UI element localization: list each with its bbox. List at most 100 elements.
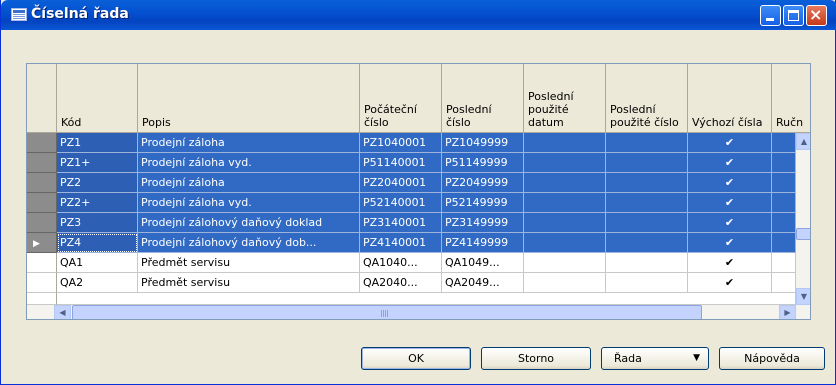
ok-button[interactable]: OK xyxy=(361,347,471,370)
row-selector-header[interactable] xyxy=(27,64,57,133)
last-number-cell[interactable] xyxy=(606,213,688,233)
start-number-cell[interactable]: PZ2040001 xyxy=(360,173,442,193)
end-number-cell[interactable]: P51149999 xyxy=(442,153,524,173)
last-date-cell[interactable] xyxy=(524,133,606,153)
table-row-current[interactable]: ▶ PZ4 Prodejní zálohový daňový dob... PZ… xyxy=(27,233,810,253)
last-date-cell[interactable] xyxy=(524,273,606,293)
last-number-cell[interactable] xyxy=(606,193,688,213)
start-number-cell[interactable]: PZ1040001 xyxy=(360,133,442,153)
column-header-last-number-used[interactable]: Poslední použité číslo xyxy=(606,64,688,133)
last-date-cell[interactable] xyxy=(524,213,606,233)
row-selector[interactable] xyxy=(27,133,57,153)
table-row[interactable]: PZ1+ Prodejní záloha vyd. P51140001 P511… xyxy=(27,153,810,173)
end-number-cell[interactable]: PZ2049999 xyxy=(442,173,524,193)
start-number-cell[interactable]: QA2040... xyxy=(360,273,442,293)
scroll-up-button[interactable]: ▲ xyxy=(796,133,810,150)
table-row[interactable]: PZ3 Prodejní zálohový daňový doklad PZ31… xyxy=(27,213,810,233)
column-header-start-number[interactable]: Počáteční číslo xyxy=(360,64,442,133)
description-cell[interactable]: Prodejní zálohový daňový doklad xyxy=(138,213,360,233)
table-row[interactable]: PZ1 Prodejní záloha PZ1040001 PZ1049999 … xyxy=(27,133,810,153)
code-cell[interactable]: PZ2 xyxy=(57,173,138,193)
manual-cell[interactable] xyxy=(772,173,796,193)
description-cell[interactable]: Prodejní záloha xyxy=(138,173,360,193)
horizontal-scroll-thumb[interactable] xyxy=(72,305,702,319)
title-bar[interactable]: Číselná řada × xyxy=(1,0,836,30)
last-date-cell[interactable] xyxy=(524,253,606,273)
table-row[interactable]: PZ2+ Prodejní záloha vyd. P52140001 P521… xyxy=(27,193,810,213)
default-numbers-checkbox[interactable]: ✔ xyxy=(688,233,772,253)
start-number-cell[interactable]: P52140001 xyxy=(360,193,442,213)
last-number-cell[interactable] xyxy=(606,173,688,193)
last-date-cell[interactable] xyxy=(524,233,606,253)
help-button[interactable]: Nápověda xyxy=(719,347,825,370)
manual-cell[interactable] xyxy=(772,273,796,293)
default-numbers-checkbox[interactable]: ✔ xyxy=(688,273,772,293)
code-cell[interactable]: QA2 xyxy=(57,273,138,293)
end-number-cell[interactable]: PZ4149999 xyxy=(442,233,524,253)
code-cell[interactable]: QA1 xyxy=(57,253,138,273)
row-selector[interactable] xyxy=(27,213,57,233)
column-header-end-number[interactable]: Poslední číslo xyxy=(442,64,524,133)
cancel-button[interactable]: Storno xyxy=(481,347,591,370)
last-number-cell[interactable] xyxy=(606,233,688,253)
end-number-cell[interactable]: PZ3149999 xyxy=(442,213,524,233)
description-cell[interactable]: Předmět servisu xyxy=(138,273,360,293)
description-cell[interactable]: Prodejní záloha vyd. xyxy=(138,193,360,213)
vertical-scroll-thumb[interactable] xyxy=(796,228,810,240)
default-numbers-checkbox[interactable]: ✔ xyxy=(688,213,772,233)
column-header-code[interactable]: Kód xyxy=(57,64,138,133)
table-row[interactable]: PZ2 Prodejní záloha PZ2040001 PZ2049999 … xyxy=(27,173,810,193)
default-numbers-checkbox[interactable]: ✔ xyxy=(688,193,772,213)
row-selector[interactable] xyxy=(27,253,57,273)
manual-cell[interactable] xyxy=(772,213,796,233)
last-date-cell[interactable] xyxy=(524,173,606,193)
description-cell[interactable]: Prodejní záloha xyxy=(138,133,360,153)
code-cell[interactable]: PZ4 xyxy=(57,233,138,253)
vertical-scrollbar[interactable]: ▲ ▼ xyxy=(796,133,810,305)
default-numbers-checkbox[interactable]: ✔ xyxy=(688,153,772,173)
scroll-left-button[interactable]: ◀ xyxy=(54,305,71,319)
code-cell[interactable]: PZ1+ xyxy=(57,153,138,173)
manual-cell[interactable] xyxy=(772,153,796,173)
description-cell[interactable]: Prodejní zálohový daňový dob... xyxy=(138,233,360,253)
manual-cell[interactable] xyxy=(772,133,796,153)
row-selector[interactable] xyxy=(27,173,57,193)
last-number-cell[interactable] xyxy=(606,133,688,153)
start-number-cell[interactable]: P51140001 xyxy=(360,153,442,173)
column-header-last-date-used[interactable]: Poslední použité datum xyxy=(524,64,606,133)
end-number-cell[interactable]: P52149999 xyxy=(442,193,524,213)
last-number-cell[interactable] xyxy=(606,273,688,293)
table-row[interactable]: QA2 Předmět servisu QA2040... QA2049... … xyxy=(27,273,810,293)
minimize-button[interactable] xyxy=(760,5,781,26)
code-cell[interactable]: PZ3 xyxy=(57,213,138,233)
code-cell[interactable]: PZ1 xyxy=(57,133,138,153)
scroll-down-button[interactable]: ▼ xyxy=(796,288,810,305)
manual-cell[interactable] xyxy=(772,253,796,273)
table-row[interactable]: QA1 Předmět servisu QA1040... QA1049... … xyxy=(27,253,810,273)
last-date-cell[interactable] xyxy=(524,193,606,213)
scroll-right-button[interactable]: ▶ xyxy=(779,305,796,319)
row-selector[interactable] xyxy=(27,153,57,173)
start-number-cell[interactable]: PZ4140001 xyxy=(360,233,442,253)
last-date-cell[interactable] xyxy=(524,153,606,173)
manual-cell[interactable] xyxy=(772,193,796,213)
code-cell[interactable]: PZ2+ xyxy=(57,193,138,213)
start-number-cell[interactable]: PZ3140001 xyxy=(360,213,442,233)
row-selector[interactable] xyxy=(27,273,57,293)
column-header-default-numbers[interactable]: Výchozí čísla xyxy=(688,64,772,133)
description-cell[interactable]: Předmět servisu xyxy=(138,253,360,273)
row-selector[interactable]: ▶ xyxy=(27,233,57,253)
row-selector[interactable] xyxy=(27,193,57,213)
last-number-cell[interactable] xyxy=(606,253,688,273)
series-menu-button[interactable]: Řada ▼ xyxy=(601,347,709,370)
close-button[interactable]: × xyxy=(806,5,827,26)
column-header-description[interactable]: Popis xyxy=(138,64,360,133)
end-number-cell[interactable]: QA1049... xyxy=(442,253,524,273)
horizontal-scrollbar[interactable]: ◀ ▶ xyxy=(27,305,810,319)
end-number-cell[interactable]: PZ1049999 xyxy=(442,133,524,153)
default-numbers-checkbox[interactable]: ✔ xyxy=(688,133,772,153)
default-numbers-checkbox[interactable]: ✔ xyxy=(688,173,772,193)
maximize-button[interactable] xyxy=(783,5,804,26)
end-number-cell[interactable]: QA2049... xyxy=(442,273,524,293)
default-numbers-checkbox[interactable]: ✔ xyxy=(688,253,772,273)
